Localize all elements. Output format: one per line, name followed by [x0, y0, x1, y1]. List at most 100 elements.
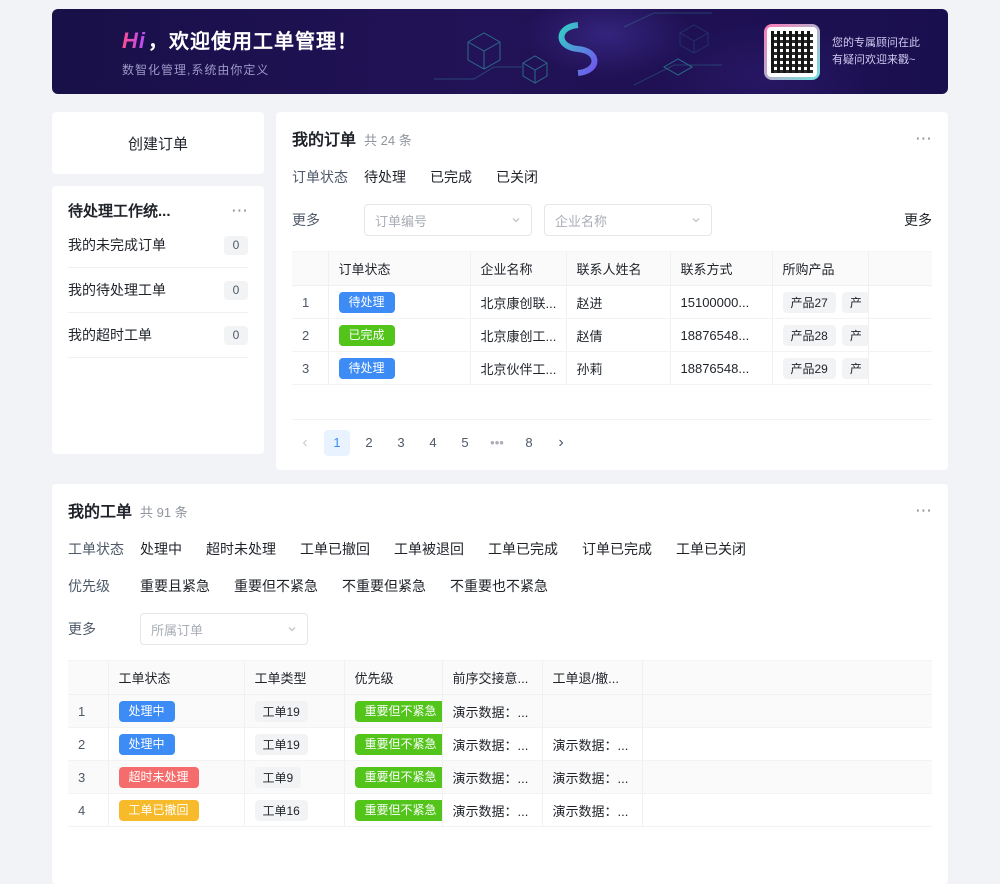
- column-header: 联系人姓名: [566, 252, 670, 286]
- more-menu-icon[interactable]: ⋯: [915, 502, 932, 519]
- priority-filter-label: 优先级: [68, 576, 140, 596]
- order-row[interactable]: 2 已完成 北京康创工... 赵倩 18876548... 产品28产: [292, 319, 932, 352]
- row-index: 4: [68, 794, 108, 827]
- priority-badge: 重要但不紧急: [355, 800, 443, 821]
- order-status-badge: 待处理: [339, 292, 395, 313]
- ticket-status-badge: 处理中: [119, 701, 175, 722]
- orders-more-link[interactable]: 更多: [904, 210, 932, 230]
- page: Hi，欢迎使用工单管理！ 数智化管理,系统由你定义 您的专属顾问在此 有疑问欢迎…: [52, 0, 948, 884]
- tickets-table-header-row: 工单状态 工单类型 优先级 前序交接意... 工单退/撤...: [68, 661, 932, 695]
- filter-option[interactable]: 不重要但紧急: [342, 576, 426, 596]
- stat-label: 我的待处理工单: [68, 280, 166, 300]
- more-menu-icon[interactable]: ⋯: [231, 202, 248, 219]
- ticket-type-tag: 工单9: [255, 767, 302, 788]
- banner-title-rest: ，欢迎使用工单管理！: [148, 31, 358, 53]
- my-orders-panel: 我的订单 共 24 条 ⋯ 订单状态 待处理 已完成 已关闭 更多 订单编号 企业名…: [276, 112, 948, 470]
- filter-option[interactable]: 订单已完成: [582, 539, 652, 559]
- orders-more-filter-row: 更多 订单编号 企业名称 更多: [292, 204, 932, 236]
- banner-text-block: Hi，欢迎使用工单管理！ 数智化管理,系统由你定义: [52, 25, 358, 78]
- filler-cell: [642, 695, 932, 728]
- pagination-page[interactable]: 4: [420, 430, 446, 456]
- pagination: ‹ 12345•••8 ›: [292, 430, 932, 456]
- order-row[interactable]: 1 待处理 北京康创联... 赵进 15100000... 产品27产: [292, 286, 932, 319]
- pagination-page[interactable]: 1: [324, 430, 350, 456]
- filler-cell: [868, 286, 932, 319]
- filter-option[interactable]: 重要且紧急: [140, 576, 210, 596]
- filter-option[interactable]: 待处理: [364, 167, 406, 187]
- ticket-row[interactable]: 2 处理中 工单19 重要但不紧急 演示数据：... 演示数据：...: [68, 728, 932, 761]
- column-header: 工单退/撤...: [542, 661, 642, 695]
- column-header: 企业名称: [470, 252, 566, 286]
- tickets-more-label[interactable]: 更多: [68, 619, 140, 639]
- filter-option[interactable]: 超时未处理: [206, 539, 276, 559]
- order-row[interactable]: 3 待处理 北京伙伴工... 孙莉 18876548... 产品29产: [292, 352, 932, 385]
- tickets-panel-title: 我的工单: [68, 498, 132, 522]
- filter-option[interactable]: 工单已关闭: [676, 539, 746, 559]
- pagination-prev-icon[interactable]: ‹: [292, 430, 318, 456]
- tickets-table: 工单状态 工单类型 优先级 前序交接意... 工单退/撤... 1 处理中 工单…: [68, 660, 932, 827]
- row-index: 3: [292, 352, 328, 385]
- orders-count: 共 24 条: [364, 130, 412, 149]
- pagination-page[interactable]: •••: [484, 430, 510, 456]
- stats-card-title: 待处理工作统...: [68, 200, 171, 221]
- parent-order-placeholder: 所属订单: [151, 620, 203, 639]
- ticket-status-options: 处理中 超时未处理 工单已撤回 工单被退回 工单已完成 订单已完成 工单已关闭: [140, 539, 746, 559]
- order-status-options: 待处理 已完成 已关闭: [364, 167, 538, 187]
- more-menu-icon[interactable]: ⋯: [915, 130, 932, 147]
- ticket-row[interactable]: 1 处理中 工单19 重要但不紧急 演示数据：...: [68, 695, 932, 728]
- filter-option[interactable]: 处理中: [140, 539, 182, 559]
- create-order-button[interactable]: 创建订单: [52, 112, 264, 174]
- handover-cell: 演示数据：...: [442, 728, 542, 761]
- column-header: 订单状态: [328, 252, 470, 286]
- empty-table-row: [292, 385, 932, 420]
- banner-isometric-decoration-icon: [428, 9, 728, 94]
- banner-title: Hi，欢迎使用工单管理！: [122, 25, 358, 54]
- tickets-count: 共 91 条: [140, 502, 188, 521]
- withdraw-cell: 演示数据：...: [542, 728, 642, 761]
- orders-more-label[interactable]: 更多: [292, 210, 364, 230]
- handover-cell: 演示数据：...: [442, 761, 542, 794]
- stat-item[interactable]: 我的超时工单 0: [68, 313, 248, 358]
- create-order-label: 创建订单: [128, 133, 188, 154]
- row-index: 1: [68, 695, 108, 728]
- stat-item[interactable]: 我的未完成订单 0: [68, 223, 248, 268]
- order-status-filter-row: 订单状态 待处理已完成已关闭: [292, 167, 932, 187]
- filter-option[interactable]: 工单已撤回: [300, 539, 370, 559]
- filter-option[interactable]: 工单被退回: [394, 539, 464, 559]
- parent-order-select[interactable]: 所属订单: [140, 613, 308, 645]
- ticket-row[interactable]: 3 超时未处理 工单9 重要但不紧急 演示数据：... 演示数据：...: [68, 761, 932, 794]
- filler-cell: [642, 728, 932, 761]
- column-header: 工单状态: [108, 661, 244, 695]
- filter-option[interactable]: 已完成: [430, 167, 472, 187]
- filter-option[interactable]: 重要但不紧急: [234, 576, 318, 596]
- ticket-status-badge: 工单已撤回: [119, 800, 199, 821]
- stat-item[interactable]: 我的待处理工单 0: [68, 268, 248, 313]
- company-name-select[interactable]: 企业名称: [544, 204, 712, 236]
- ticket-status-badge: 超时未处理: [119, 767, 199, 788]
- tickets-more-filter-row: 更多 所属订单: [68, 613, 932, 645]
- orders-table: 订单状态 企业名称 联系人姓名 联系方式 所购产品 1 待处理 北京康: [292, 251, 932, 420]
- orders-table-header-row: 订单状态 企业名称 联系人姓名 联系方式 所购产品: [292, 252, 932, 286]
- priority-badge: 重要但不紧急: [355, 767, 443, 788]
- filter-option[interactable]: 工单已完成: [488, 539, 558, 559]
- pagination-page[interactable]: 3: [388, 430, 414, 456]
- pagination-page[interactable]: 8: [516, 430, 542, 456]
- pagination-page[interactable]: 2: [356, 430, 382, 456]
- pending-work-stats-card: 待处理工作统... ⋯ 我的未完成订单 0 我的待处理工单 0: [52, 186, 264, 454]
- pagination-page[interactable]: 5: [452, 430, 478, 456]
- orders-panel-title: 我的订单: [292, 126, 356, 150]
- order-number-select[interactable]: 订单编号: [364, 204, 532, 236]
- order-status-badge: 待处理: [339, 358, 395, 379]
- index-column-header: [292, 252, 328, 286]
- pagination-next-icon[interactable]: ›: [548, 430, 574, 456]
- product-tag: 产品28: [783, 325, 836, 346]
- ticket-status-badge: 处理中: [119, 734, 175, 755]
- company-cell: 北京康创工...: [470, 319, 566, 352]
- filter-option[interactable]: 不重要也不紧急: [450, 576, 548, 596]
- filter-option[interactable]: 已关闭: [496, 167, 538, 187]
- handover-cell: 演示数据：...: [442, 794, 542, 827]
- company-name-placeholder: 企业名称: [555, 211, 607, 230]
- my-tickets-panel: 我的工单 共 91 条 ⋯ 工单状态 处理中超时未处理工单已撤回工单被退回工单已…: [52, 484, 948, 884]
- ticket-type-tag: 工单19: [255, 734, 308, 755]
- ticket-row[interactable]: 4 工单已撤回 工单16 重要但不紧急 演示数据：... 演示数据：...: [68, 794, 932, 827]
